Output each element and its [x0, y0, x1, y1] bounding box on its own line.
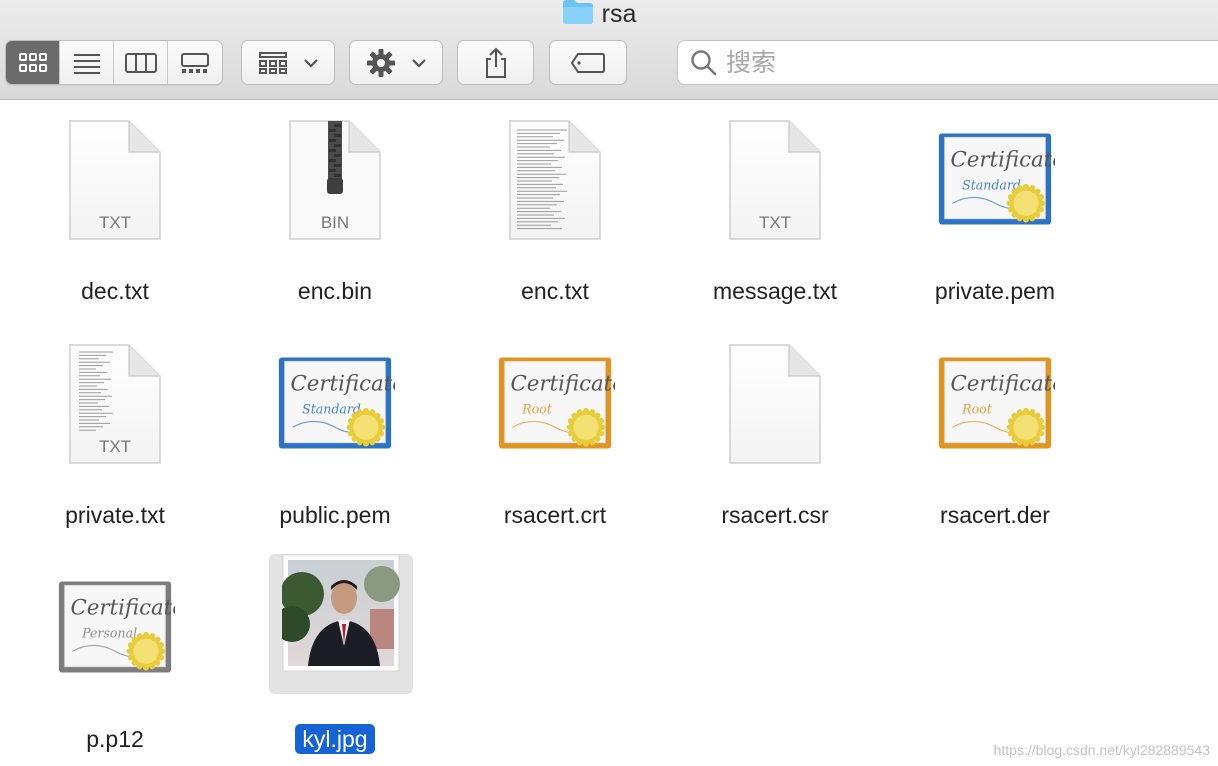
file-name-text: rsacert.der — [940, 502, 1050, 528]
file-name-text: private.txt — [65, 502, 165, 528]
file-name-text: p.p12 — [86, 726, 144, 752]
view-mode-segmented-control — [5, 40, 223, 85]
blank-document-icon[interactable] — [715, 342, 835, 472]
search-field[interactable] — [677, 40, 1218, 85]
file-name-text: rsacert.crt — [503, 502, 607, 528]
text-document-icon[interactable] — [495, 118, 615, 248]
file-type-badge: TXT — [758, 213, 792, 232]
share-icon — [485, 47, 506, 78]
file-name-text: kyl.jpg — [295, 724, 375, 754]
certificate-icon[interactable]: Certificate Standard — [275, 342, 395, 472]
column-view-button[interactable] — [114, 41, 168, 84]
file-name-text: enc.bin — [297, 278, 373, 304]
group-icon — [259, 51, 287, 74]
certificate-icon[interactable]: Certificate Root — [495, 342, 615, 472]
tag-icon — [570, 52, 605, 73]
file-name-label[interactable]: rsacert.crt — [455, 502, 655, 529]
group-by-button[interactable] — [241, 40, 335, 85]
file-name-label[interactable]: private.pem — [895, 278, 1095, 305]
text-document-icon[interactable]: TXT — [55, 118, 175, 248]
file-name-label[interactable]: message.txt — [675, 278, 875, 305]
watermark: https://blog.csdn.net/kyl282889543 — [993, 742, 1210, 758]
file-name-label[interactable]: enc.txt — [455, 278, 655, 305]
file-name-label[interactable]: rsacert.csr — [675, 502, 875, 529]
share-button[interactable] — [457, 40, 534, 85]
svg-text:Root: Root — [521, 402, 553, 417]
certificate-icon[interactable]: Certificate Root — [935, 342, 1055, 472]
svg-text:Root: Root — [961, 402, 993, 417]
file-type-badge: TXT — [98, 437, 132, 456]
file-name-text: dec.txt — [81, 278, 149, 304]
svg-text:Certificate: Certificate — [950, 147, 1055, 172]
archive-icon[interactable]: BIN — [275, 118, 395, 248]
action-menu-button[interactable] — [349, 40, 443, 85]
certificate-icon[interactable]: Certificate Personal — [55, 566, 175, 696]
icon-view-button[interactable] — [6, 41, 60, 84]
svg-text:Certificate: Certificate — [70, 595, 175, 620]
file-name-label[interactable]: kyl.jpg — [235, 724, 435, 754]
svg-text:Personal: Personal — [81, 626, 137, 641]
file-name-text: enc.txt — [521, 278, 589, 304]
gallery-view-button[interactable] — [168, 41, 222, 84]
file-name-text: private.pem — [934, 278, 1056, 304]
column-view-icon — [124, 52, 157, 73]
search-input[interactable] — [726, 48, 1166, 77]
file-name-label[interactable]: private.txt — [15, 502, 215, 529]
file-name-label[interactable]: dec.txt — [15, 278, 215, 305]
chevron-down-icon — [412, 58, 426, 68]
file-type-badge: TXT — [98, 213, 132, 232]
search-icon — [691, 49, 717, 75]
list-view-button[interactable] — [60, 41, 114, 84]
svg-text:Certificate: Certificate — [950, 371, 1055, 396]
text-document-icon[interactable]: TXT — [715, 118, 835, 248]
gallery-view-icon — [181, 52, 209, 73]
file-name-label[interactable]: p.p12 — [15, 726, 215, 753]
svg-text:Certificate: Certificate — [290, 371, 395, 396]
gear-icon — [367, 48, 395, 77]
file-name-label[interactable]: rsacert.der — [895, 502, 1095, 529]
window-title-bar: rsa — [0, 0, 1218, 28]
file-type-badge: BIN — [320, 213, 350, 232]
window-title: rsa — [601, 0, 637, 28]
text-document-icon[interactable]: TXT — [55, 342, 175, 472]
icon-view-icon — [18, 52, 47, 72]
folder-icon — [562, 0, 594, 30]
certificate-icon[interactable]: Certificate Standard — [935, 118, 1055, 248]
file-name-text: rsacert.csr — [721, 502, 829, 528]
svg-text:Certificate: Certificate — [510, 371, 615, 396]
file-icon-grid: TXT dec.txt BIN enc.bin enc.txt TXT message… — [0, 100, 1218, 766]
file-name-text: public.pem — [279, 502, 391, 528]
file-name-text: message.txt — [713, 278, 837, 304]
image-thumbnail-icon[interactable] — [269, 554, 413, 694]
list-view-icon — [73, 53, 100, 74]
toolbar: rsa — [0, 0, 1218, 100]
chevron-down-icon — [304, 58, 318, 68]
file-name-label[interactable]: enc.bin — [235, 278, 435, 305]
file-name-label[interactable]: public.pem — [235, 502, 435, 529]
tags-button[interactable] — [549, 40, 627, 85]
